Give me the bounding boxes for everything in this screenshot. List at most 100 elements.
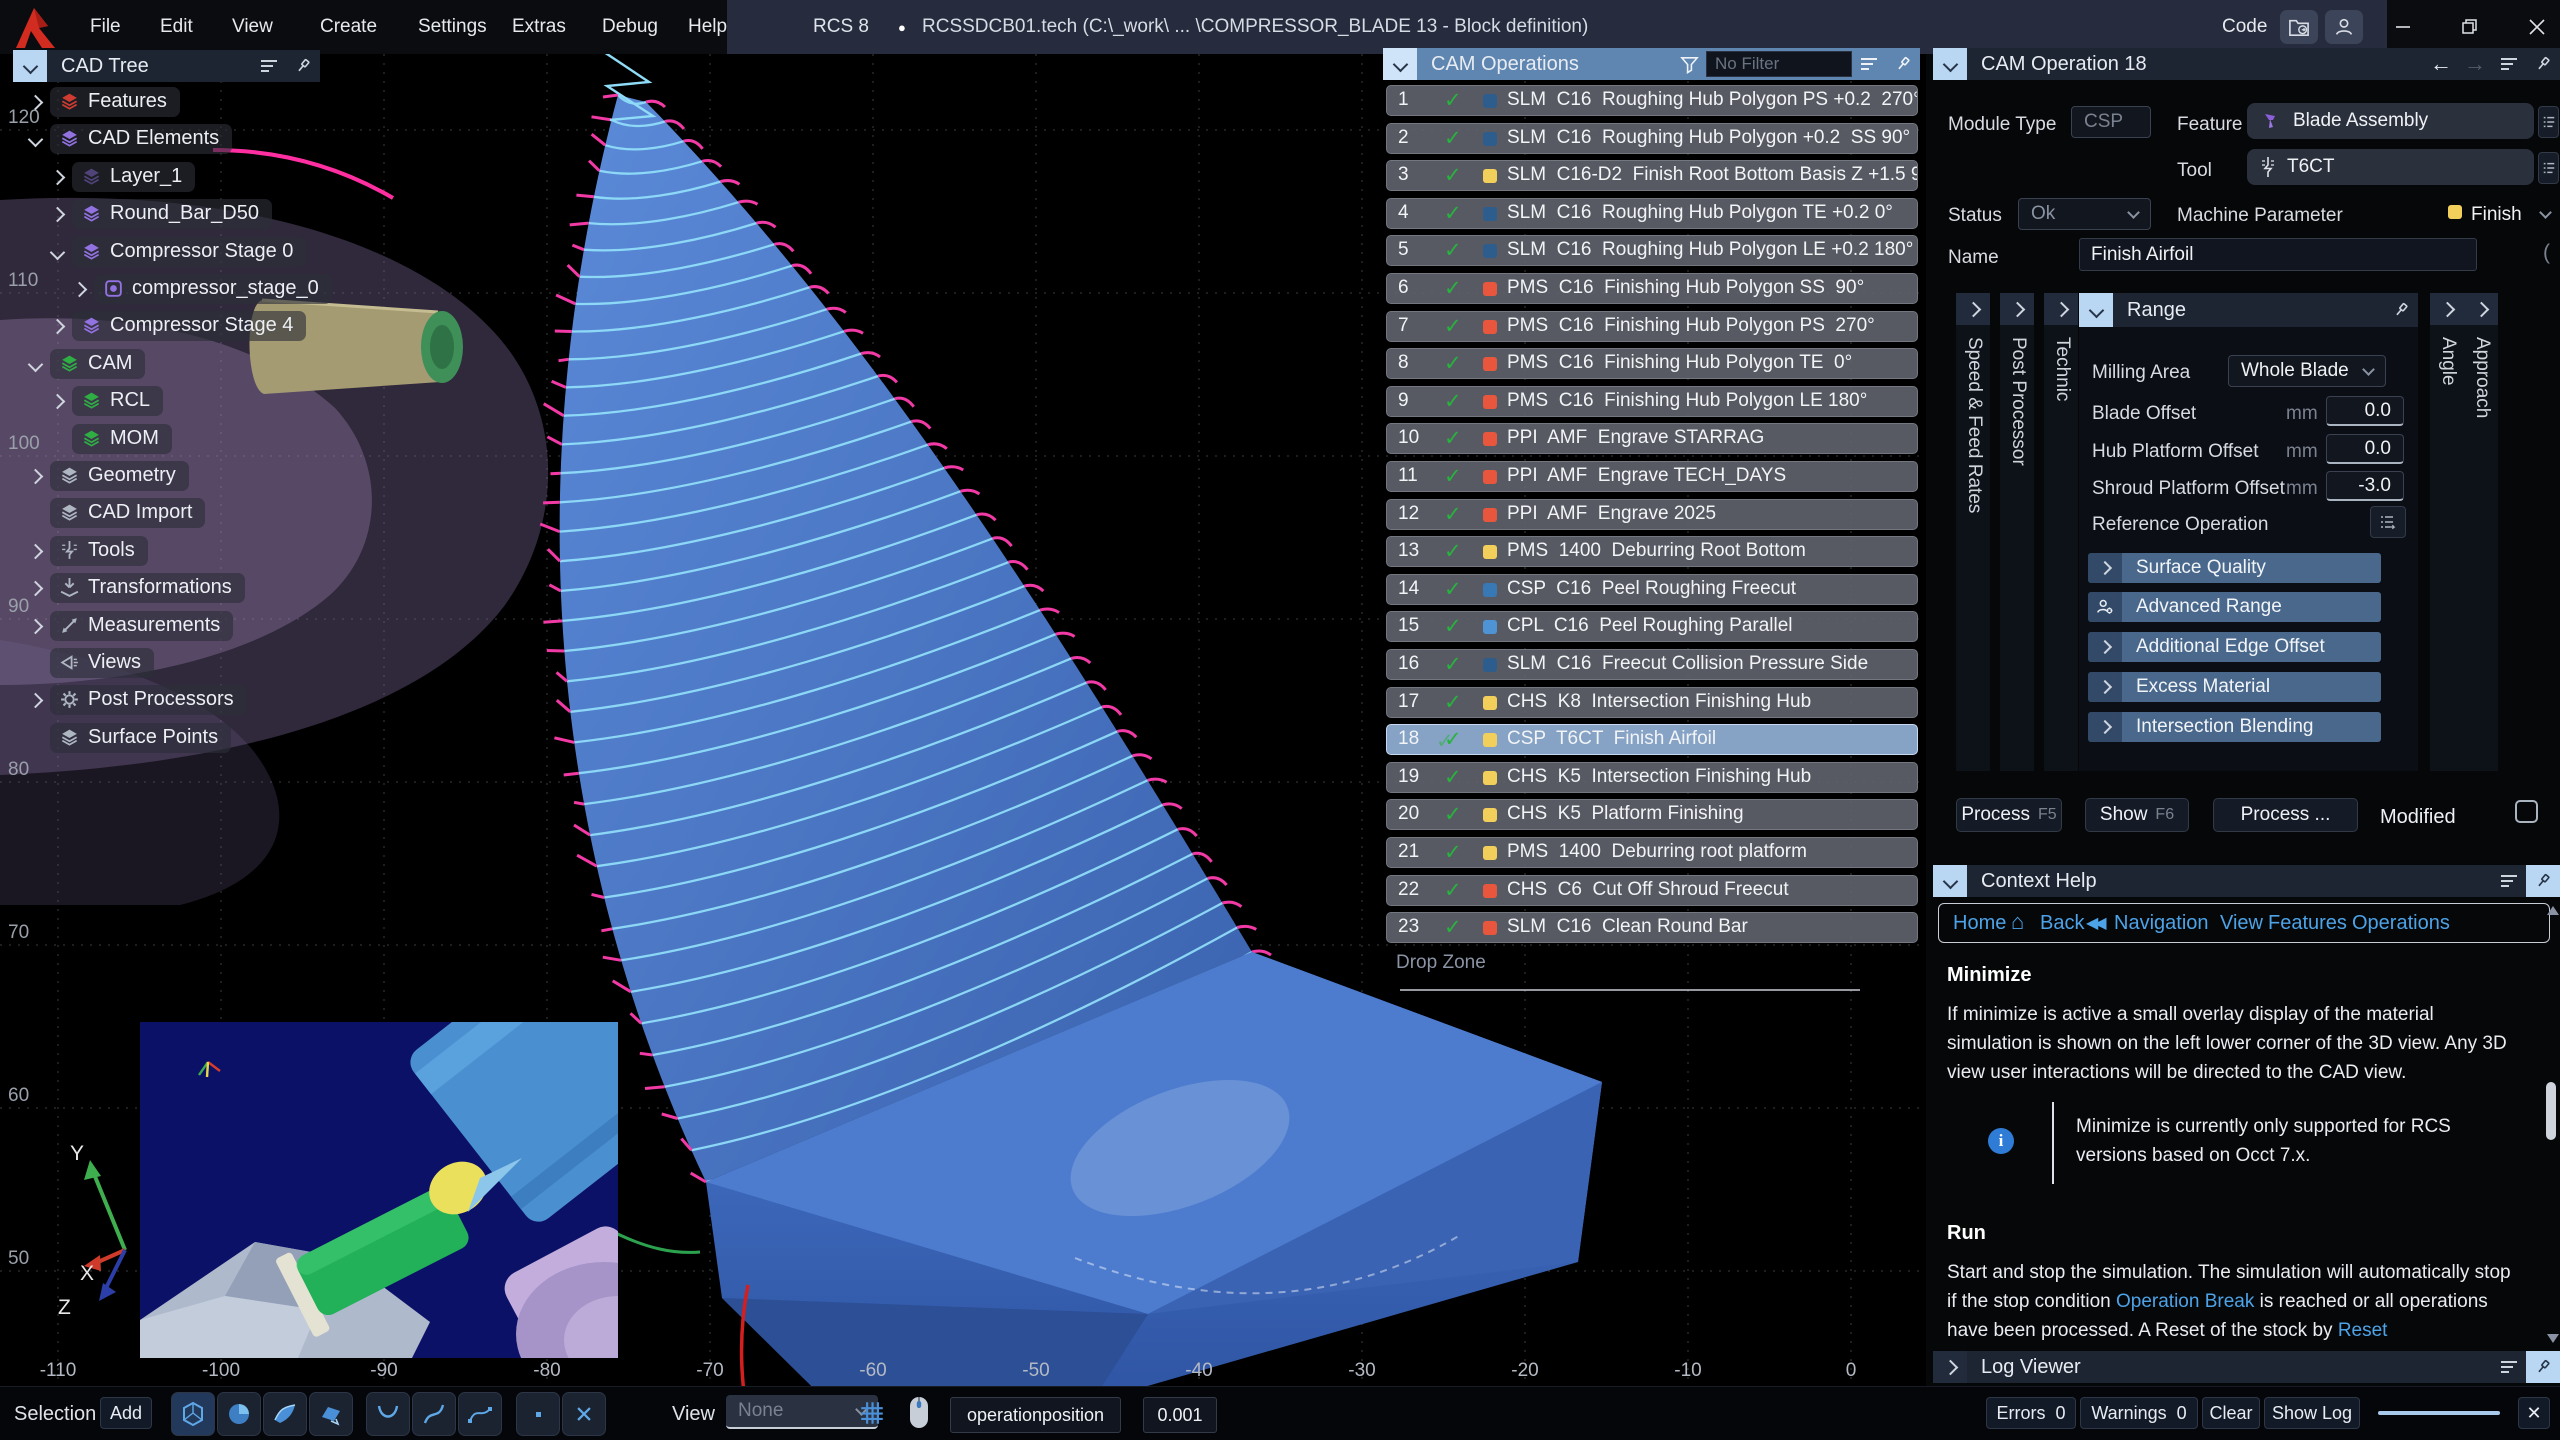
menu-create[interactable]: Create bbox=[320, 0, 377, 54]
select-curve-u-icon[interactable] bbox=[366, 1392, 410, 1436]
clear-log-button[interactable]: Clear bbox=[2202, 1397, 2260, 1429]
tree-item-post-processors[interactable]: Post Processors bbox=[30, 685, 247, 715]
cam-operation-row-2[interactable]: 2✓ SLM C16 Roughing Hub Polygon +0.2 SS … bbox=[1386, 123, 1918, 154]
cam-operation-row-10[interactable]: 10✓ PPI AMF Engrave STARRAG bbox=[1386, 423, 1918, 454]
select-face-icon[interactable] bbox=[263, 1392, 307, 1436]
tree-item-surface-points[interactable]: Surface Points bbox=[30, 723, 231, 753]
hub-platform-offset-input[interactable]: 0.0 bbox=[2326, 434, 2404, 464]
range-panel-header[interactable]: Range bbox=[2079, 293, 2418, 327]
expand-tab-icon[interactable] bbox=[2044, 293, 2078, 325]
cam-operation-row-5[interactable]: 5✓ SLM C16 Roughing Hub Polygon LE +0.2 … bbox=[1386, 235, 1918, 266]
tool-selector[interactable]: T6CT bbox=[2247, 149, 2534, 185]
cam-operation-row-21[interactable]: 21✓ PMS 1400 Deburring root platform bbox=[1386, 837, 1918, 868]
help-nav-navigation[interactable]: Navigation bbox=[2114, 912, 2209, 935]
expand-tab-icon[interactable] bbox=[2000, 293, 2034, 325]
cam-operation-row-9[interactable]: 9✓ PMS C16 Finishing Hub Polygon LE 180° bbox=[1386, 386, 1918, 417]
cam-operation-row-4[interactable]: 4✓ SLM C16 Roughing Hub Polygon TE +0.2 … bbox=[1386, 198, 1918, 229]
tree-item-compressor-stage-4[interactable]: Compressor Stage 4 bbox=[52, 311, 306, 341]
tree-expander-icon[interactable] bbox=[28, 692, 44, 708]
help-link[interactable]: Reset bbox=[2338, 1320, 2388, 1341]
collapse-panel-icon[interactable] bbox=[1383, 48, 1417, 80]
select-point-icon[interactable] bbox=[516, 1392, 560, 1436]
view-dropdown[interactable]: None bbox=[726, 1395, 878, 1429]
tree-item-features[interactable]: Features bbox=[30, 87, 180, 117]
menu-view[interactable]: View bbox=[232, 0, 273, 54]
pin-panel-icon[interactable] bbox=[2526, 865, 2560, 897]
collapse-panel-icon[interactable] bbox=[1933, 48, 1967, 80]
section-additional-edge-offset[interactable]: Additional Edge Offset bbox=[2088, 632, 2381, 662]
cam-operation-row-19[interactable]: 19✓ CHS K5 Intersection Finishing Hub bbox=[1386, 762, 1918, 793]
back-icon[interactable]: ← bbox=[2424, 48, 2458, 80]
modified-checkbox[interactable] bbox=[2515, 800, 2538, 823]
cam-operations-panel-header[interactable]: CAM Operations bbox=[1383, 48, 1920, 80]
help-nav-back[interactable]: Back bbox=[2040, 912, 2084, 935]
context-help-panel-header[interactable]: Context Help bbox=[1933, 865, 2560, 897]
scroll-up-arrow[interactable] bbox=[2547, 906, 2559, 915]
panel-menu-icon[interactable] bbox=[1852, 48, 1886, 80]
select-spline-icon[interactable] bbox=[458, 1392, 502, 1436]
clear-selection-icon[interactable] bbox=[562, 1392, 606, 1436]
home-icon[interactable]: ⌂ bbox=[2011, 909, 2024, 935]
tree-expander-icon[interactable] bbox=[28, 131, 44, 147]
cam-operation-row-8[interactable]: 8✓ PMS C16 Finishing Hub Polygon TE 0° bbox=[1386, 348, 1918, 379]
collapse-panel-icon[interactable] bbox=[2079, 293, 2113, 327]
close-log-button[interactable]: ✕ bbox=[2518, 1397, 2550, 1429]
pin-panel-icon[interactable] bbox=[1886, 48, 1920, 80]
machine-parameter-value[interactable]: Finish bbox=[2471, 204, 2522, 226]
cam-operation-row-3[interactable]: 3✓ SLM C16-D2 Finish Root Bottom Basis Z… bbox=[1386, 160, 1918, 191]
cam-operation-row-20[interactable]: 20✓ CHS K5 Platform Finishing bbox=[1386, 799, 1918, 830]
code-button[interactable]: Code bbox=[2222, 0, 2267, 54]
name-input[interactable] bbox=[2079, 238, 2477, 271]
collapse-panel-icon[interactable] bbox=[1933, 865, 1967, 897]
feature-selector[interactable]: Blade Assembly bbox=[2247, 103, 2534, 139]
vertical-tab-angle[interactable]: Angle bbox=[2430, 293, 2464, 771]
tree-expander-icon[interactable] bbox=[50, 169, 66, 185]
tree-expander-icon[interactable] bbox=[50, 206, 66, 222]
section-advanced-range[interactable]: Advanced Range bbox=[2088, 592, 2381, 622]
cam-operation-row-6[interactable]: 6✓ PMS C16 Finishing Hub Polygon SS 90° bbox=[1386, 273, 1918, 304]
tree-item-compressor-stage-0[interactable]: Compressor Stage 0 bbox=[52, 237, 306, 267]
select-surface-icon[interactable] bbox=[217, 1392, 261, 1436]
log-progress-slider[interactable] bbox=[2378, 1411, 2500, 1415]
cam-operation-row-16[interactable]: 16✓ SLM C16 Freecut Collision Pressure S… bbox=[1386, 649, 1918, 680]
menu-edit[interactable]: Edit bbox=[160, 0, 193, 54]
tree-item-cad-import[interactable]: CAD Import bbox=[30, 498, 205, 528]
tree-expander-icon[interactable] bbox=[28, 94, 44, 110]
help-nav-home[interactable]: Home bbox=[1953, 912, 2006, 935]
filter-input[interactable] bbox=[1706, 51, 1852, 77]
milling-area-dropdown[interactable]: Whole Blade bbox=[2228, 355, 2386, 387]
pin-panel-icon[interactable] bbox=[286, 50, 320, 82]
section-surface-quality[interactable]: Surface Quality bbox=[2088, 553, 2381, 583]
tree-item-mom[interactable]: MOM bbox=[52, 424, 172, 454]
help-link[interactable]: Operation Break bbox=[2116, 1291, 2254, 1312]
scroll-down-arrow[interactable] bbox=[2547, 1334, 2559, 1343]
cam-operation-row-7[interactable]: 7✓ PMS C16 Finishing Hub Polygon PS 270° bbox=[1386, 311, 1918, 342]
collapse-panel-icon[interactable] bbox=[13, 50, 47, 82]
help-nav-features[interactable]: Features bbox=[2268, 912, 2347, 935]
show-button[interactable]: ShowF6 bbox=[2085, 798, 2189, 832]
close-window-button[interactable] bbox=[2509, 0, 2560, 54]
cam-operation-row-23[interactable]: 23✓ SLM C16 Clean Round Bar bbox=[1386, 912, 1918, 943]
pin-panel-icon[interactable] bbox=[2384, 294, 2418, 326]
blade-offset-input[interactable]: 0.0 bbox=[2326, 396, 2404, 426]
cam-operation-row-13[interactable]: 13✓ PMS 1400 Deburring Root Bottom bbox=[1386, 536, 1918, 567]
expand-tab-icon[interactable] bbox=[2430, 293, 2464, 325]
menu-help[interactable]: Help bbox=[688, 0, 727, 54]
cam-operation-row-22[interactable]: 22✓ CHS C6 Cut Off Shroud Freecut bbox=[1386, 875, 1918, 906]
cad-tree-panel-header[interactable]: CAD Tree bbox=[13, 50, 320, 82]
panel-menu-icon[interactable] bbox=[252, 50, 286, 82]
scrollbar-thumb[interactable] bbox=[2546, 1082, 2556, 1140]
tree-expander-icon[interactable] bbox=[28, 543, 44, 559]
pin-panel-icon[interactable] bbox=[2526, 1351, 2560, 1383]
show-log-button[interactable]: Show Log bbox=[2264, 1397, 2360, 1429]
process-more-button[interactable]: Process ... bbox=[2213, 798, 2358, 832]
expand-panel-icon[interactable] bbox=[1933, 1351, 1967, 1383]
tree-expander-icon[interactable] bbox=[50, 244, 66, 260]
cam-operation-row-18[interactable]: 18✓✓ CSP T6CT Finish Airfoil bbox=[1386, 724, 1918, 755]
process-button[interactable]: ProcessF5 bbox=[1956, 798, 2062, 832]
cam-operation-row-17[interactable]: 17✓ CHS K8 Intersection Finishing Hub bbox=[1386, 687, 1918, 718]
vertical-tab-speed-feed-rates[interactable]: Speed & Feed Rates bbox=[1956, 293, 1990, 771]
vertical-tab-post-processor[interactable]: Post Processor bbox=[2000, 293, 2034, 771]
tree-item-measurements[interactable]: Measurements bbox=[30, 611, 233, 641]
name-field-side-icon[interactable]: ( bbox=[2543, 241, 2550, 265]
